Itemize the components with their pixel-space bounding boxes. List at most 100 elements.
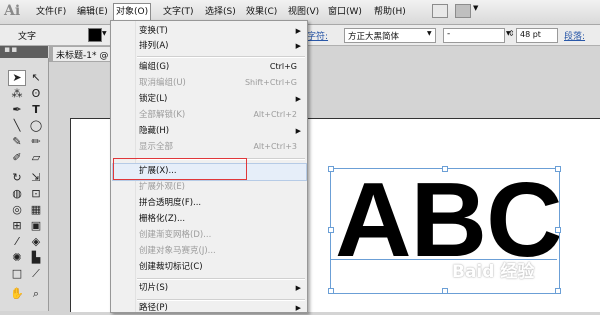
menu-item-label: 全部解锁(K)	[139, 110, 186, 120]
pencil-tool-icon[interactable]: ✏	[27, 134, 45, 150]
menu-item-label: 创建对象马赛克(J)...	[139, 246, 216, 256]
artboard-tool-icon[interactable]: □	[8, 266, 26, 282]
menu-item-arrange[interactable]: 排列(A) ▶	[139, 39, 303, 53]
menu-shortcut: Ctrl+G	[269, 62, 297, 71]
menu-object[interactable]: 对象(O)	[113, 3, 152, 21]
type-tool-icon[interactable]: T	[27, 102, 45, 118]
menu-item-create-object-mosaic: 创建对象马赛克(J)...	[139, 244, 303, 258]
menu-item-flatten-transparency[interactable]: 拼合透明度(F)...	[139, 196, 303, 210]
resize-handle[interactable]	[555, 227, 561, 233]
menu-type[interactable]: 文字(T)	[163, 5, 194, 19]
menu-item-slice[interactable]: 切片(S) ▶	[139, 281, 303, 295]
menu-help[interactable]: 帮助(H)	[374, 5, 406, 19]
selection-tool-icon[interactable]: ➤	[8, 70, 26, 86]
menu-item-label: 变换(T)	[139, 26, 168, 36]
document-tab-title: 未标题-1* @ 3	[56, 51, 117, 61]
resize-handle[interactable]	[442, 288, 448, 294]
menu-separator	[137, 56, 305, 58]
free-transform-tool-icon[interactable]: ⊡	[27, 186, 45, 202]
line-tool-icon[interactable]: ╲	[8, 118, 26, 134]
menu-item-hide[interactable]: 隐藏(H) ▶	[139, 124, 303, 138]
gradient-tool-icon[interactable]: ▣	[27, 218, 45, 234]
menu-file[interactable]: 文件(F)	[36, 5, 66, 19]
chevron-down-icon[interactable]: ▼	[473, 4, 478, 12]
menu-item-ungroup: 取消编组(U) Shift+Ctrl+G	[139, 76, 303, 90]
menu-item-label: 路径(P)	[139, 303, 168, 313]
font-family-value: 方正大黑简体	[348, 32, 400, 42]
character-panel-link[interactable]: 字符:	[307, 29, 328, 42]
blob-brush-tool-icon[interactable]: ✐	[8, 150, 26, 166]
menu-item-rasterize[interactable]: 栅格化(Z)...	[139, 212, 303, 226]
font-family-select[interactable]: 方正大黑简体	[344, 28, 436, 43]
bridge-icon[interactable]	[432, 4, 448, 18]
rotate-tool-icon[interactable]: ↻	[8, 170, 26, 186]
menu-item-lock[interactable]: 锁定(L) ▶	[139, 92, 303, 106]
eyedropper-tool-icon[interactable]: ⁄	[8, 234, 26, 250]
blend-tool-icon[interactable]: ◈	[27, 234, 45, 250]
slice-tool-icon[interactable]: ⟋	[27, 266, 45, 282]
watermark: Baid 经验	[452, 262, 535, 282]
menu-item-label: 隐藏(H)	[139, 126, 170, 136]
menu-separator	[137, 278, 305, 280]
direct-selection-tool-icon[interactable]: ↖	[27, 70, 45, 86]
submenu-arrow-icon: ▶	[295, 95, 301, 103]
fill-color-swatch[interactable]	[88, 28, 102, 42]
menu-item-create-gradient-mesh: 创建渐变网格(D)...	[139, 228, 303, 242]
resize-handle[interactable]	[328, 166, 334, 172]
column-graph-tool-icon[interactable]: ▙	[27, 250, 45, 266]
font-style-select[interactable]: -	[443, 28, 505, 43]
toolbox: ➤ ↖ ⁂ ʘ ✒ T ╲ ◯ ✎ ✏ ✐ ▱ ↻ ⇲ ◍ ⊡ ◎ ▦ ⊞ ▣ …	[0, 58, 49, 311]
menu-item-group[interactable]: 编组(G) Ctrl+G	[139, 60, 303, 74]
submenu-arrow-icon: ▶	[295, 42, 301, 50]
menu-item-label: 编组(G)	[139, 62, 170, 72]
symbol-sprayer-tool-icon[interactable]: ✺	[8, 250, 26, 266]
menu-shortcut: Shift+Ctrl+G	[244, 78, 297, 87]
ellipse-tool-icon[interactable]: ◯	[27, 118, 45, 134]
menu-item-label: 取消编组(U)	[139, 78, 186, 88]
chevron-down-icon[interactable]: ▼	[427, 30, 432, 37]
zoom-tool-icon[interactable]: ⌕	[27, 286, 45, 302]
menu-select[interactable]: 选择(S)	[205, 5, 236, 19]
warp-tool-icon[interactable]: ◍	[8, 186, 26, 202]
toolbox-header[interactable]: ▪▪	[0, 45, 48, 58]
menu-item-label: 锁定(L)	[139, 94, 168, 104]
menu-item-expand-appearance: 扩展外观(E)	[139, 180, 303, 194]
font-size-input[interactable]: 48 pt	[516, 28, 558, 43]
resize-handle[interactable]	[442, 166, 448, 172]
menu-effect[interactable]: 效果(C)	[246, 5, 277, 19]
pen-tool-icon[interactable]: ✒	[8, 102, 26, 118]
menu-item-label: 切片(S)	[139, 283, 169, 293]
annotation-highlight-box	[113, 158, 247, 180]
chevron-down-icon[interactable]: ▼	[102, 30, 107, 37]
submenu-arrow-icon: ▶	[295, 284, 301, 292]
shape-builder-tool-icon[interactable]: ◎	[8, 202, 26, 218]
submenu-arrow-icon: ▶	[295, 304, 301, 312]
menu-window[interactable]: 窗口(W)	[328, 5, 362, 19]
mesh-tool-icon[interactable]: ⊞	[8, 218, 26, 234]
paragraph-panel-link[interactable]: 段落:	[564, 29, 585, 42]
hand-tool-icon[interactable]: ✋	[8, 286, 26, 302]
perspective-grid-tool-icon[interactable]: ▦	[27, 202, 45, 218]
font-size-icon: ⇕	[508, 29, 515, 38]
scale-tool-icon[interactable]: ⇲	[27, 170, 45, 186]
eraser-tool-icon[interactable]: ▱	[27, 150, 45, 166]
resize-handle[interactable]	[555, 166, 561, 172]
resize-handle[interactable]	[555, 288, 561, 294]
menu-item-path[interactable]: 路径(P) ▶	[139, 301, 303, 315]
lasso-tool-icon[interactable]: ʘ	[27, 86, 45, 102]
menu-item-create-trim-marks[interactable]: 创建裁切标记(C)	[139, 260, 303, 274]
menu-view[interactable]: 视图(V)	[288, 5, 319, 19]
paintbrush-tool-icon[interactable]: ✎	[8, 134, 26, 150]
menu-shortcut: Alt+Ctrl+3	[253, 142, 297, 151]
tab-grip	[50, 47, 53, 61]
submenu-arrow-icon: ▶	[295, 27, 301, 35]
resize-handle[interactable]	[328, 288, 334, 294]
menu-edit[interactable]: 编辑(E)	[77, 5, 108, 19]
menu-item-label: 扩展外观(E)	[139, 182, 186, 192]
resize-handle[interactable]	[328, 227, 334, 233]
menu-item-show-all: 显示全部 Alt+Ctrl+3	[139, 140, 303, 154]
menu-item-label: 拼合透明度(F)...	[139, 198, 202, 208]
magic-wand-tool-icon[interactable]: ⁂	[8, 86, 26, 102]
arrange-documents-icon[interactable]	[455, 4, 471, 18]
menu-item-transform[interactable]: 变换(T) ▶	[139, 24, 303, 38]
